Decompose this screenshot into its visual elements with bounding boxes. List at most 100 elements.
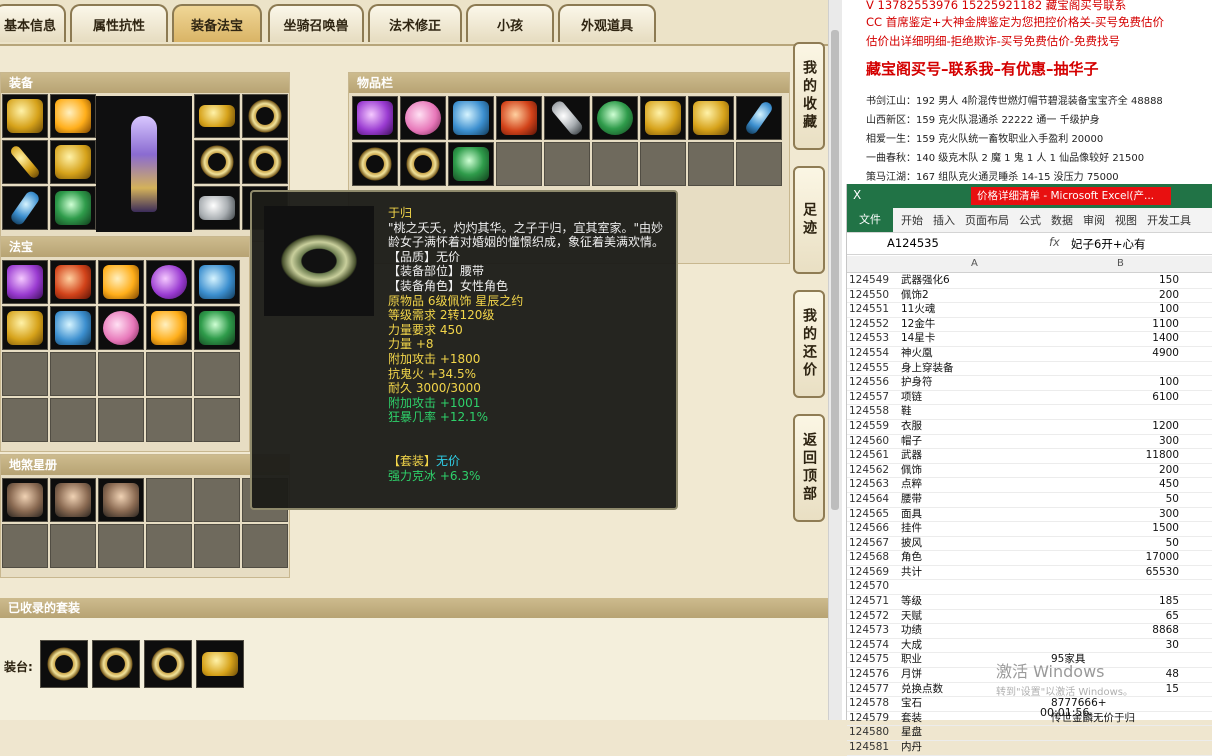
sheet-row[interactable]: 124550 佩饰2 200 xyxy=(847,289,1212,304)
inventory-slot[interactable] xyxy=(448,142,494,186)
tab-basic-info[interactable]: 基本信息 xyxy=(0,4,66,42)
inventory-slot[interactable] xyxy=(736,96,782,140)
sheet-row[interactable]: 124558 鞋 xyxy=(847,405,1212,420)
inventory-slot[interactable] xyxy=(592,142,638,186)
inventory-slot[interactable] xyxy=(400,142,446,186)
cell-b[interactable]: 50 xyxy=(1051,537,1179,551)
cell-b[interactable]: 65530 xyxy=(1051,566,1179,580)
equip-slot-mask[interactable] xyxy=(194,94,240,138)
column-b-header[interactable]: B xyxy=(1117,258,1124,269)
equip-slot-bracelet[interactable] xyxy=(242,94,288,138)
inventory-slot[interactable] xyxy=(496,96,542,140)
ribbon-tab-formulas[interactable]: 公式 xyxy=(1019,212,1041,228)
footprint-button[interactable]: 足迹 xyxy=(793,166,825,274)
cell-b[interactable]: 1200 xyxy=(1051,420,1179,434)
inventory-slot[interactable] xyxy=(496,142,542,186)
cell-a[interactable]: 鞋 xyxy=(901,405,1049,419)
sheet-row[interactable]: 124578 宝石 8777666+ xyxy=(847,697,1212,712)
magic-slot[interactable] xyxy=(50,352,96,396)
inventory-slot[interactable] xyxy=(736,142,782,186)
magic-slot[interactable] xyxy=(50,306,96,350)
cell-a[interactable]: 11火魂 xyxy=(901,303,1049,317)
cell-b[interactable]: 100 xyxy=(1051,376,1179,390)
cell-a[interactable]: 内丹 xyxy=(901,741,1049,755)
tab-spell-fix[interactable]: 法术修正 xyxy=(368,4,462,42)
sheet-row[interactable]: 124561 武器 11800 xyxy=(847,449,1212,464)
inventory-slot[interactable] xyxy=(544,142,590,186)
cell-a[interactable]: 宝石 xyxy=(901,697,1049,711)
cell-b[interactable]: 30 xyxy=(1051,639,1179,653)
my-favorites-button[interactable]: 我的收藏 xyxy=(793,42,825,150)
magic-slot[interactable] xyxy=(98,306,144,350)
cell-a[interactable]: 共计 xyxy=(901,566,1049,580)
inventory-slot[interactable] xyxy=(592,96,638,140)
scrollbar-thumb[interactable] xyxy=(831,30,839,510)
cell-a[interactable]: 腰带 xyxy=(901,493,1049,507)
cell-a[interactable]: 武器 xyxy=(901,449,1049,463)
cell-b[interactable]: 100 xyxy=(1051,303,1179,317)
equip-slot-armor[interactable] xyxy=(50,140,96,184)
cell-b[interactable]: 65 xyxy=(1051,610,1179,624)
cell-b[interactable]: 1100 xyxy=(1051,318,1179,332)
sheet-row[interactable]: 124560 帽子 300 xyxy=(847,435,1212,450)
star-card-slot[interactable] xyxy=(50,478,96,522)
cell-a[interactable]: 角色 xyxy=(901,551,1049,565)
star-card-slot[interactable] xyxy=(98,478,144,522)
suit-slot[interactable] xyxy=(40,640,88,688)
sheet-row[interactable]: 124579 套装 传世金麟无价于归 xyxy=(847,712,1212,727)
magic-slot[interactable] xyxy=(194,260,240,304)
star-card-slot[interactable] xyxy=(146,478,192,522)
name-box[interactable]: A124535 xyxy=(887,236,939,250)
cell-b[interactable]: 11800 xyxy=(1051,449,1179,463)
suit-slot[interactable] xyxy=(92,640,140,688)
suit-slot[interactable] xyxy=(196,640,244,688)
equip-slot-ring-1[interactable] xyxy=(194,140,240,184)
magic-slot[interactable] xyxy=(98,398,144,442)
cell-b[interactable]: 185 xyxy=(1051,595,1179,609)
star-card-slot[interactable] xyxy=(2,524,48,568)
ribbon-tab-file[interactable]: 文件 xyxy=(847,208,893,232)
ribbon-tab-data[interactable]: 数据 xyxy=(1051,212,1073,228)
cell-a[interactable]: 佩饰2 xyxy=(901,289,1049,303)
cell-a[interactable]: 护身符 xyxy=(901,376,1049,390)
tab-appearance[interactable]: 外观道具 xyxy=(558,4,656,42)
sheet-row[interactable]: 124554 神火凰 4900 xyxy=(847,347,1212,362)
cell-b[interactable]: 1500 xyxy=(1051,522,1179,536)
inventory-slot[interactable] xyxy=(688,96,734,140)
equip-slot-necklace[interactable] xyxy=(50,94,96,138)
magic-slot[interactable] xyxy=(2,352,48,396)
inventory-slot[interactable] xyxy=(400,96,446,140)
magic-slot[interactable] xyxy=(2,306,48,350)
sheet-row[interactable]: 124549 武器强化6 150 xyxy=(847,274,1212,289)
cell-b[interactable]: 1400 xyxy=(1051,332,1179,346)
ribbon-tab-insert[interactable]: 插入 xyxy=(933,212,955,228)
sheet-row[interactable]: 124573 功绩 8868 xyxy=(847,624,1212,639)
cell-a[interactable]: 天赋 xyxy=(901,610,1049,624)
equip-slot-weapon[interactable] xyxy=(2,140,48,184)
star-card-slot[interactable] xyxy=(98,524,144,568)
cell-b[interactable]: 300 xyxy=(1051,508,1179,522)
cell-a[interactable]: 星盘 xyxy=(901,726,1049,740)
sheet-row[interactable]: 124565 面具 300 xyxy=(847,508,1212,523)
cell-b[interactable]: 300 xyxy=(1051,435,1179,449)
tab-equipment[interactable]: 装备法宝 xyxy=(172,4,262,42)
inventory-slot[interactable] xyxy=(448,96,494,140)
sheet-row[interactable]: 124564 腰带 50 xyxy=(847,493,1212,508)
cell-b[interactable]: 8868 xyxy=(1051,624,1179,638)
cell-a[interactable]: 12金牛 xyxy=(901,318,1049,332)
sheet-row[interactable]: 124569 共计 65530 xyxy=(847,566,1212,581)
magic-slot[interactable] xyxy=(146,352,192,396)
my-counteroffer-button[interactable]: 我的还价 xyxy=(793,290,825,398)
sheet-row[interactable]: 124572 天赋 65 xyxy=(847,610,1212,625)
ribbon-tab-review[interactable]: 审阅 xyxy=(1083,212,1105,228)
cell-a[interactable]: 挂件 xyxy=(901,522,1049,536)
ribbon-tab-developer[interactable]: 开发工具 xyxy=(1147,212,1191,228)
formula-input[interactable]: 妃子6开+心有 xyxy=(1071,236,1145,252)
cell-a[interactable]: 身上穿装备 xyxy=(901,362,1049,376)
ribbon-tab-view[interactable]: 视图 xyxy=(1115,212,1137,228)
cell-a[interactable]: 披风 xyxy=(901,537,1049,551)
magic-slot[interactable] xyxy=(2,398,48,442)
magic-slot[interactable] xyxy=(146,260,192,304)
cell-a[interactable]: 项链 xyxy=(901,391,1049,405)
star-card-slot[interactable] xyxy=(50,524,96,568)
